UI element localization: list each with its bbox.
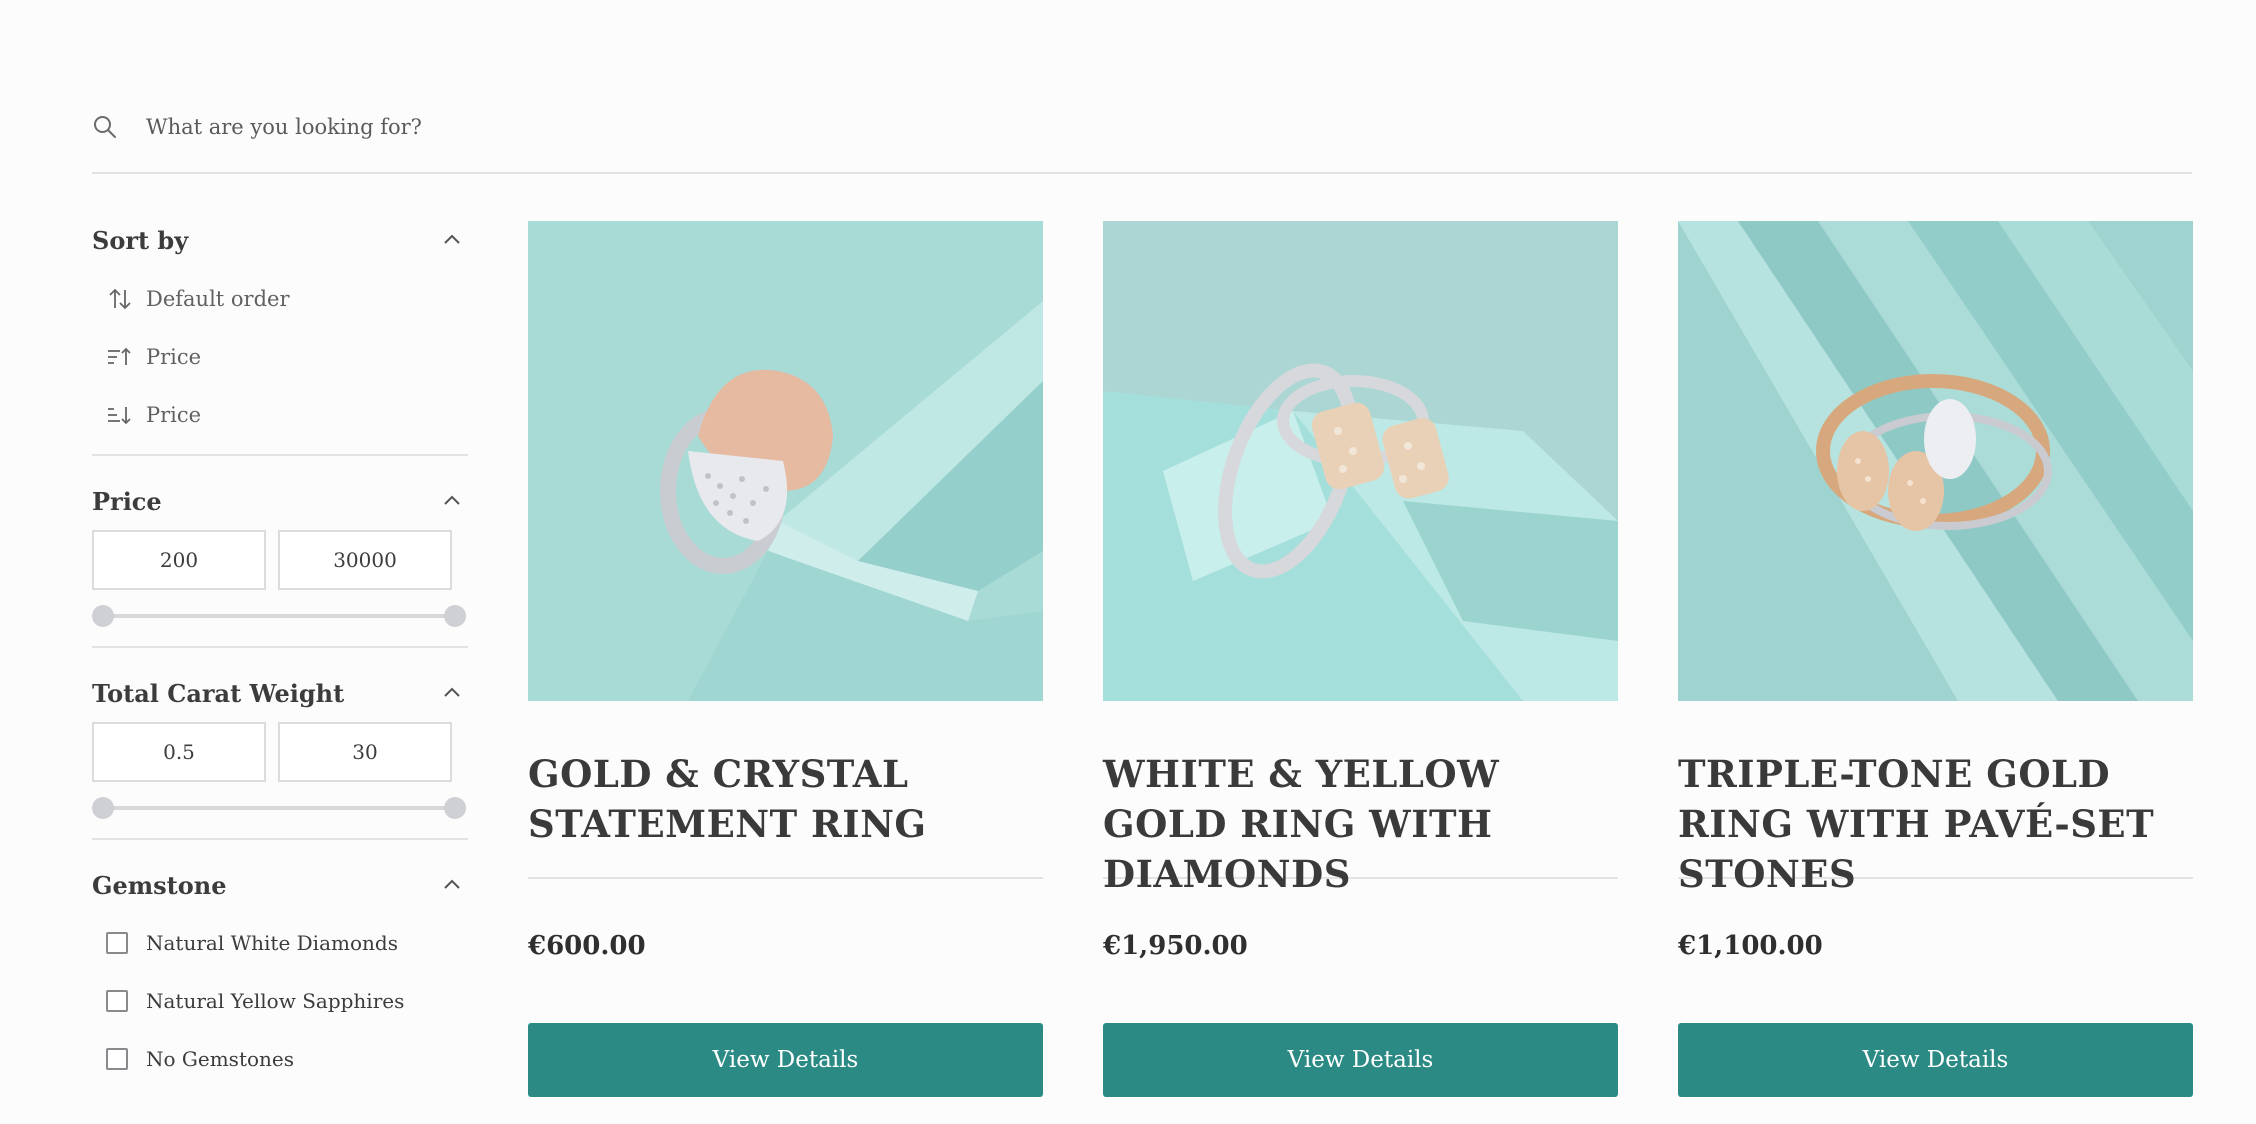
chevron-up-icon[interactable]: [440, 228, 464, 252]
price-slider[interactable]: [92, 598, 468, 634]
sort-option-default[interactable]: Default order: [92, 270, 468, 328]
product-price: €1,100.00: [1678, 931, 1823, 961]
sort-header[interactable]: Sort by: [92, 210, 468, 270]
gemstone-filter-section: Gemstone Natural White Diamonds Natural …: [92, 840, 468, 1088]
gemstone-option-label: Natural Yellow Sapphires: [146, 989, 405, 1013]
view-details-button[interactable]: View Details: [1103, 1023, 1618, 1097]
checkbox[interactable]: [106, 1048, 128, 1070]
product-grid: Gold & Crystal Statement Ring €600.00 Vi…: [528, 221, 2193, 1097]
carat-max-input[interactable]: 30: [278, 722, 452, 782]
price-slider-min-handle[interactable]: [92, 605, 114, 627]
product-title[interactable]: Triple-Tone Gold Ring with Pavé-Set Ston…: [1678, 749, 2193, 896]
search-input[interactable]: [144, 114, 1048, 140]
view-details-button[interactable]: View Details: [1678, 1023, 2193, 1097]
product-price: €600.00: [528, 931, 646, 961]
product-title[interactable]: Gold & Crystal Statement Ring: [528, 749, 1043, 853]
product-listing-page: Sort by Default order: [0, 0, 2256, 1124]
price-title: Price: [92, 486, 162, 516]
gemstone-option[interactable]: Natural White Diamonds: [92, 914, 468, 972]
product-image[interactable]: [1678, 221, 2193, 701]
gemstone-option[interactable]: Natural Yellow Sapphires: [92, 972, 468, 1030]
product-card: Gold & Crystal Statement Ring €600.00 Vi…: [528, 221, 1043, 1097]
price-min-input[interactable]: 200: [92, 530, 266, 590]
sort-options: Default order Price Price: [92, 270, 468, 454]
checkbox[interactable]: [106, 932, 128, 954]
carat-slider-track: [104, 806, 456, 810]
sort-title: Sort by: [92, 225, 189, 255]
carat-slider[interactable]: [92, 790, 468, 826]
gemstone-title: Gemstone: [92, 870, 227, 900]
checkbox[interactable]: [106, 990, 128, 1012]
carat-title: Total Carat Weight: [92, 678, 345, 708]
sort-ascending-icon: [106, 344, 134, 370]
search-bar: [92, 100, 2192, 174]
sort-option-label: Price: [146, 403, 202, 427]
carat-min-input[interactable]: 0.5: [92, 722, 266, 782]
price-max-input[interactable]: 30000: [278, 530, 452, 590]
filter-sidebar: Sort by Default order Price Price Price …: [92, 210, 468, 1088]
gemstone-option-label: Natural White Diamonds: [146, 931, 398, 955]
price-slider-track: [104, 614, 456, 618]
product-image[interactable]: [1103, 221, 1618, 701]
price-slider-max-handle[interactable]: [444, 605, 466, 627]
product-card: Triple-Tone Gold Ring with Pavé-Set Ston…: [1678, 221, 2193, 1097]
product-price: €1,950.00: [1103, 931, 1248, 961]
gemstone-header[interactable]: Gemstone: [92, 862, 468, 908]
price-header[interactable]: Price: [92, 478, 468, 524]
gemstone-option-label: No Gemstones: [146, 1047, 294, 1071]
carat-range-inputs: 0.5 30: [92, 722, 468, 782]
carat-slider-min-handle[interactable]: [92, 797, 114, 819]
price-range-inputs: 200 30000: [92, 530, 468, 590]
carat-slider-max-handle[interactable]: [444, 797, 466, 819]
sort-descending-icon: [106, 402, 134, 428]
sort-option-label: Price: [146, 345, 202, 369]
carat-filter-section: Total Carat Weight 0.5 30: [92, 648, 468, 840]
product-title[interactable]: White & Yellow Gold Ring with Diamonds: [1103, 749, 1618, 896]
chevron-up-icon[interactable]: [440, 873, 464, 897]
sort-option-label: Default order: [146, 287, 290, 311]
gemstone-options: Natural White Diamonds Natural Yellow Sa…: [92, 908, 468, 1088]
sort-section: Sort by Default order Price Price: [92, 210, 468, 456]
chevron-up-icon[interactable]: [440, 489, 464, 513]
search-icon[interactable]: [92, 114, 118, 140]
gemstone-option[interactable]: No Gemstones: [92, 1030, 468, 1088]
sort-arrows-icon: [106, 286, 134, 312]
divider: [528, 877, 1043, 879]
sort-option-price-desc[interactable]: Price: [92, 386, 468, 444]
view-details-button[interactable]: View Details: [528, 1023, 1043, 1097]
product-card: White & Yellow Gold Ring with Diamonds €…: [1103, 221, 1618, 1097]
chevron-up-icon[interactable]: [440, 681, 464, 705]
price-filter-section: Price 200 30000: [92, 456, 468, 648]
product-image[interactable]: [528, 221, 1043, 701]
sort-option-price-asc[interactable]: Price: [92, 328, 468, 386]
carat-header[interactable]: Total Carat Weight: [92, 670, 468, 716]
